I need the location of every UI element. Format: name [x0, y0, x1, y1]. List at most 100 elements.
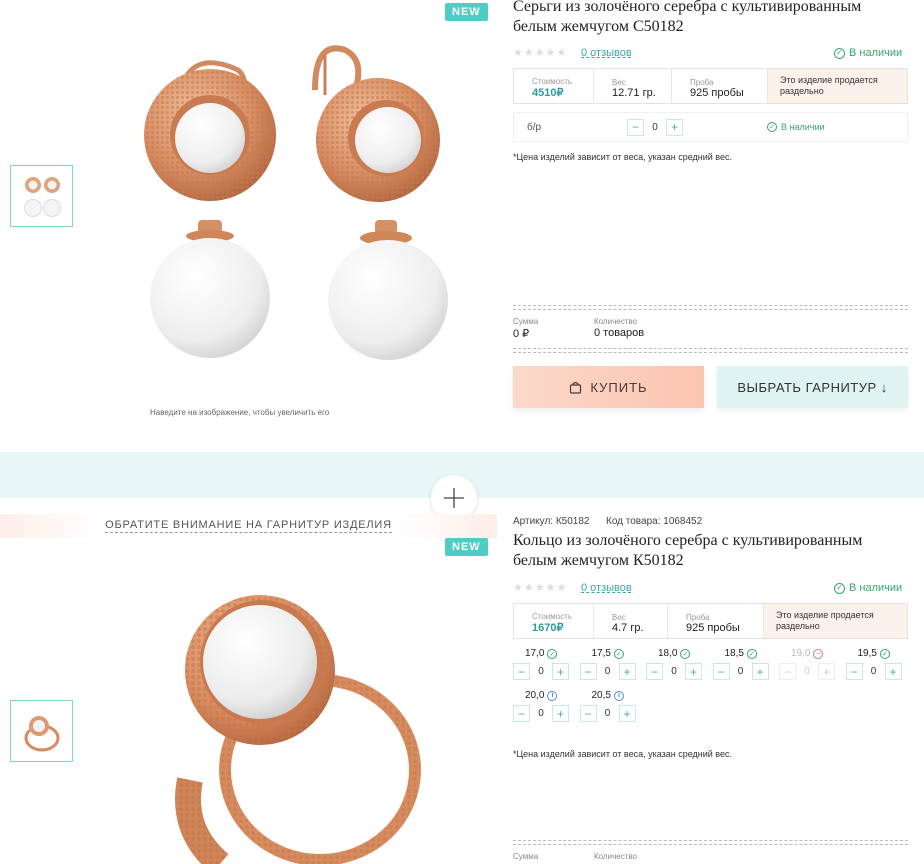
size-label: 17,5 ✓ — [592, 648, 636, 659]
weight-cell: Вес 4.7 гр. — [594, 604, 668, 638]
probe-value: 925 пробы — [686, 621, 740, 634]
size-value: 20,5 — [591, 690, 611, 701]
check-icon: ✓ — [879, 648, 890, 659]
product-code: Код товара: 1068452 — [606, 516, 703, 527]
choose-set-label: ВЫБРАТЬ ГАРНИТУР — [737, 379, 877, 395]
increase-button[interactable]: + — [618, 663, 636, 680]
divider — [513, 352, 908, 353]
divider — [513, 844, 908, 845]
reviews-link[interactable]: 0 отзывов — [581, 582, 632, 594]
increase-button[interactable]: + — [685, 663, 702, 680]
reviews-link[interactable]: 0 отзывов — [581, 47, 632, 59]
quantity-value[interactable]: 0 — [597, 708, 619, 719]
ring-thumb-image — [24, 716, 59, 752]
quantity-value[interactable]: 0 — [663, 666, 685, 677]
size-value: 18,0 — [658, 648, 678, 659]
quantity-value[interactable]: 0 — [530, 708, 552, 719]
rating-stars[interactable]: ★ ★ ★ ★ ★ — [513, 46, 566, 59]
star-icon: ★ — [556, 582, 567, 594]
quantity-value[interactable]: 0 — [644, 122, 666, 133]
star-icon: ★ — [513, 47, 523, 59]
rating-stars[interactable]: ★ ★ ★ ★ ★ — [513, 581, 566, 594]
unavailable-icon: − — [813, 648, 824, 659]
decrease-button[interactable]: − — [646, 663, 663, 680]
decrease-button[interactable]: − — [513, 705, 530, 722]
star-icon: ★ — [534, 47, 545, 59]
decrease-button[interactable]: − — [513, 663, 530, 680]
price-cell: Стоимость 4510₽ — [514, 69, 594, 103]
sum-label: Сумма — [513, 852, 539, 861]
decrease-button[interactable]: − — [712, 663, 730, 680]
decrease-button[interactable]: − — [845, 663, 863, 680]
arrow-down-icon: ↓ — [880, 379, 888, 395]
increase-button[interactable]: + — [884, 663, 902, 680]
decrease-button[interactable]: − — [579, 663, 597, 680]
probe-value: 925 пробы — [690, 86, 744, 99]
price-label: Стоимость — [532, 77, 573, 86]
quantity-value[interactable]: 0 — [597, 666, 619, 677]
buy-button[interactable]: КУПИТЬ — [513, 366, 704, 408]
star-icon: ★ — [545, 582, 556, 594]
increase-button[interactable]: + — [618, 705, 636, 722]
new-badge: NEW — [445, 3, 488, 21]
increase-button[interactable]: + — [666, 118, 683, 136]
info-icon[interactable]: i — [613, 690, 624, 701]
quantity-value[interactable]: 0 — [730, 666, 752, 677]
sold-separately-note: Это изделие продается раздельно — [768, 69, 907, 103]
decrease-button[interactable]: − — [627, 118, 644, 136]
weight-label: Вес — [612, 612, 626, 622]
star-icon: ★ — [513, 582, 523, 594]
weight-label: Вес — [612, 77, 626, 87]
size-value: 17,0 — [525, 648, 545, 659]
earrings-main-image[interactable] — [120, 30, 470, 380]
new-badge: NEW — [445, 538, 488, 556]
zoom-hint: Наведите на изображение, чтобы увеличить… — [150, 408, 330, 417]
decrease-button[interactable]: − — [579, 705, 597, 722]
thumbnail-ring[interactable] — [10, 700, 73, 762]
star-icon: ★ — [534, 582, 545, 594]
price-cell: Стоимость 1670₽ — [514, 604, 594, 638]
divider — [513, 309, 908, 310]
product-title-line2: белым жемчугом С50182 — [513, 18, 684, 35]
info-icon[interactable]: i — [547, 690, 558, 701]
check-icon: ✓ — [767, 122, 777, 132]
choose-set-button[interactable]: ВЫБРАТЬ ГАРНИТУР ↓ — [717, 366, 908, 408]
quantity-value[interactable]: 0 — [530, 666, 552, 677]
stock-status: ✓ В наличии — [834, 47, 902, 59]
star-icon: ★ — [556, 47, 567, 59]
increase-button[interactable]: + — [751, 663, 769, 680]
article-number: Артикул: К50182 — [513, 516, 590, 527]
ring-main-image[interactable] — [160, 590, 440, 864]
divider — [513, 348, 908, 349]
size-option: 18,5 ✓ −0 + — [712, 648, 769, 680]
check-icon: ✓ — [834, 582, 845, 594]
star-icon: ★ — [523, 582, 534, 594]
check-icon: ✓ — [680, 648, 691, 659]
variant-row: б/р − 0 + ✓ В наличии — [513, 112, 908, 142]
price-note: *Цена изделий зависит от веса, указан ср… — [513, 749, 732, 759]
set-notice-link[interactable]: ОБРАТИТЕ ВНИМАНИЕ НА ГАРНИТУР ИЗДЕЛИЯ — [105, 519, 392, 533]
weight-value: 12.71 гр. — [612, 86, 656, 99]
price-note: *Цена изделий зависит от веса, указан ср… — [513, 152, 732, 162]
check-icon: ✓ — [613, 648, 624, 659]
sum-value: 0 ₽ — [513, 328, 530, 340]
probe-cell: Проба 925 пробы — [672, 69, 768, 103]
probe-label: Проба — [690, 77, 714, 87]
check-icon: ✓ — [547, 648, 558, 659]
product-info-box: Стоимость 1670₽ Вес 4.7 гр. Проба 925 пр… — [513, 603, 908, 639]
increase-button[interactable]: + — [552, 663, 569, 680]
product-title-line1: Кольцо из золочёного серебра с культивир… — [513, 532, 863, 549]
size-option: 17,5 ✓ −0 + — [579, 648, 636, 680]
divider — [513, 305, 908, 306]
plus-icon — [444, 488, 464, 508]
product-info-box: Стоимость 4510₽ Вес 12.71 гр. Проба 925 … — [513, 68, 908, 104]
quantity-value[interactable]: 0 — [863, 666, 885, 677]
star-icon: ★ — [523, 47, 534, 59]
product-title: Серьги из золочёного серебра с культивир… — [513, 0, 913, 37]
size-label: 18,5 ✓ — [725, 648, 769, 659]
increase-button[interactable]: + — [552, 705, 569, 722]
size-label: 19,0− — [791, 648, 835, 659]
variant-stock: ✓ В наличии — [767, 122, 825, 132]
quantity-value: 0 — [804, 666, 810, 677]
thumbnail-earrings[interactable] — [10, 165, 73, 227]
